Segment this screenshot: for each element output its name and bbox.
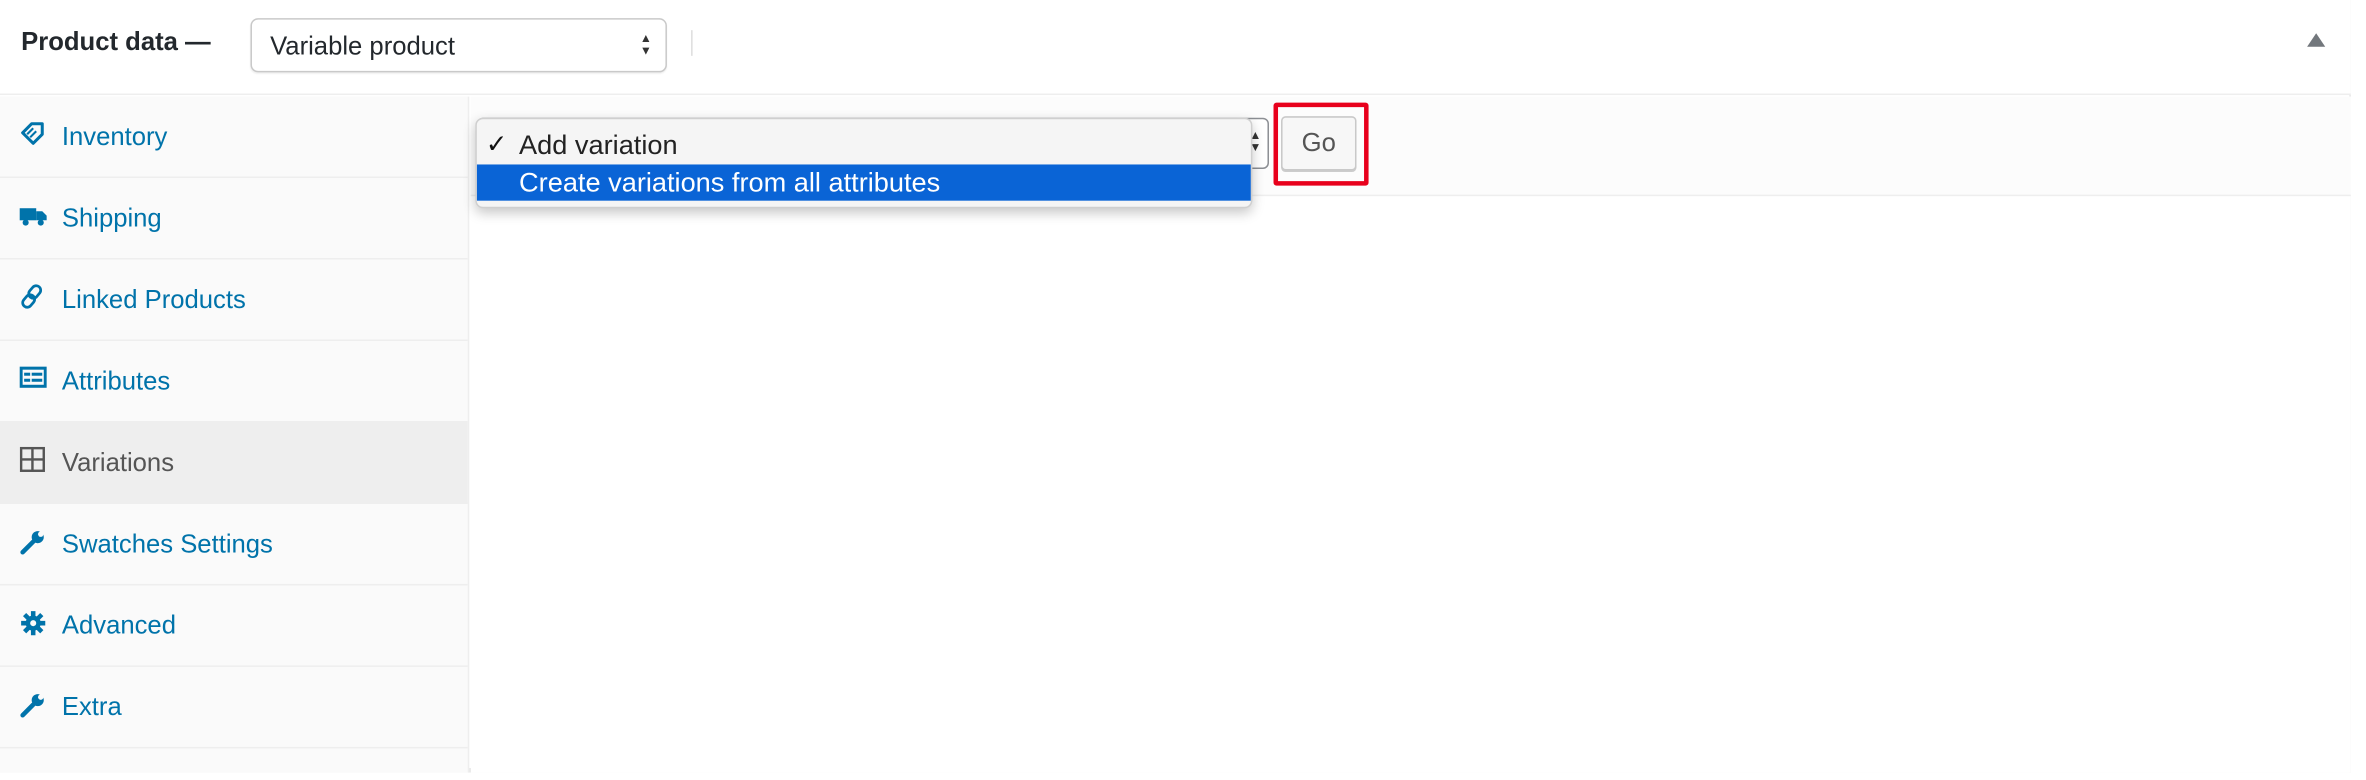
product-type-value: Variable product (270, 31, 456, 61)
tab-advanced[interactable]: Advanced (0, 585, 468, 667)
panel-header: Product data — Variable product ▲ ▼ (0, 0, 2351, 96)
select-arrows-icon: ▲ ▼ (639, 31, 652, 58)
checkmark-icon: ✓ (485, 129, 508, 159)
product-type-select[interactable]: Variable product ▲ ▼ (250, 18, 667, 73)
product-data-tabs: Inventory Shipping Linked Products Attri… (0, 96, 470, 773)
option-label: Create variations from all attributes (519, 167, 941, 198)
tab-label: Variations (61, 448, 175, 477)
tag-icon (20, 121, 47, 148)
variation-action-dropdown: ✓ Add variation Create variations from a… (475, 117, 1253, 209)
gear-icon (20, 610, 47, 637)
collapse-toggle-icon[interactable] (2307, 33, 2326, 47)
tab-variations[interactable]: Variations (0, 422, 468, 504)
tab-shipping[interactable]: Shipping (0, 178, 468, 260)
header-divider (691, 30, 693, 56)
tab-label: Attributes (61, 366, 171, 396)
tab-label: Inventory (61, 122, 168, 151)
link-icon (20, 284, 47, 311)
wrench-icon (20, 691, 47, 718)
tab-extra[interactable]: Extra (0, 667, 468, 749)
option-create-variations[interactable]: Create variations from all attributes (476, 164, 1251, 201)
tab-label: Shipping (61, 203, 162, 233)
tab-label: Advanced (61, 611, 176, 640)
tab-linked-products[interactable]: Linked Products (0, 260, 468, 342)
tab-swatches-settings[interactable]: Swatches Settings (0, 504, 468, 586)
go-button[interactable]: Go (1281, 116, 1357, 171)
panel-title: Product data — (21, 27, 211, 56)
grid-icon (19, 446, 47, 474)
tab-attributes[interactable]: Attributes (0, 341, 468, 423)
option-label: Add variation (519, 129, 678, 160)
tab-label: Swatches Settings (61, 529, 273, 559)
tab-label: Linked Products (61, 285, 246, 314)
tab-inventory[interactable]: Inventory (0, 97, 468, 179)
truck-icon (19, 202, 47, 229)
list-card-icon (19, 365, 47, 392)
screenshot-frame: Product data — Variable product ▲ ▼ Inven… (0, 0, 2366, 780)
tab-label: Extra (61, 692, 122, 722)
product-data-panel: Product data — Variable product ▲ ▼ Inven… (0, 0, 2351, 773)
option-add-variation[interactable]: ✓ Add variation (477, 127, 1251, 163)
wrench-icon (20, 528, 47, 555)
